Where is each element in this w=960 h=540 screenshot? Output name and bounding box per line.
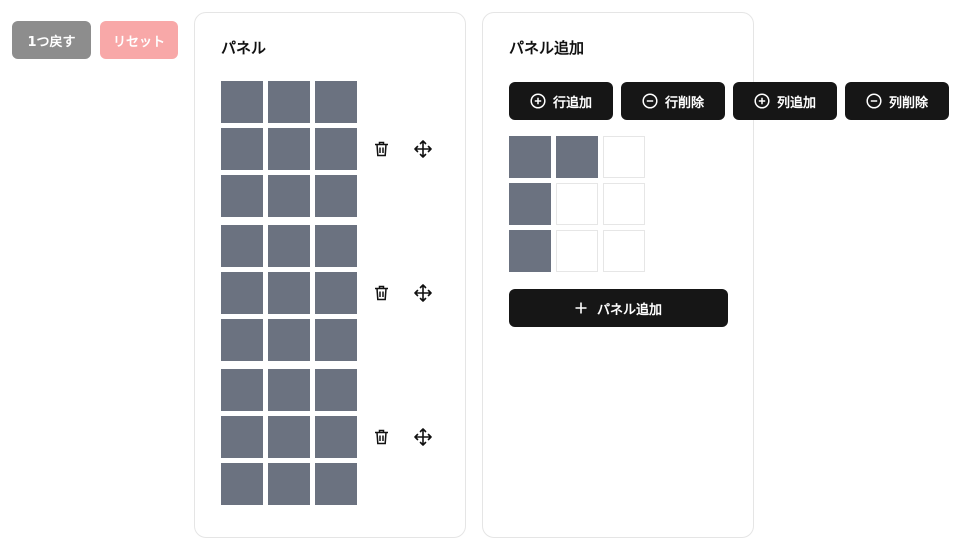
grid-cell[interactable]	[603, 183, 645, 225]
remove-row-button[interactable]: 行削除	[621, 82, 725, 120]
grid-cell[interactable]	[509, 183, 551, 225]
grid-cell[interactable]	[603, 230, 645, 272]
add-column-button[interactable]: 列追加	[733, 82, 837, 120]
grid-cell	[315, 81, 357, 123]
grid-cell	[315, 175, 357, 217]
grid-cell[interactable]	[509, 230, 551, 272]
minus-circle-icon	[642, 93, 658, 109]
grid-cell	[221, 319, 263, 361]
panels-title: パネル	[221, 39, 267, 57]
move-icon[interactable]	[412, 138, 434, 160]
add-row-button[interactable]: 行追加	[509, 82, 613, 120]
grid-cell	[268, 416, 310, 458]
grid-cell	[315, 463, 357, 505]
grid-cell	[268, 272, 310, 314]
plus-circle-icon	[530, 93, 546, 109]
grid-cell	[315, 225, 357, 267]
grid-cell[interactable]	[556, 230, 598, 272]
grid-cell	[268, 175, 310, 217]
plus-circle-icon	[754, 93, 770, 109]
grid-cell	[268, 319, 310, 361]
grid-cell	[268, 128, 310, 170]
grid-cell	[315, 128, 357, 170]
add-column-label: 列追加	[776, 95, 816, 111]
add-row-label: 行追加	[552, 95, 592, 111]
remove-column-label: 列削除	[888, 95, 928, 111]
grid-cell	[268, 225, 310, 267]
add-panel-button[interactable]: パネル追加	[509, 289, 728, 327]
grid-cell	[221, 225, 263, 267]
grid-cell	[315, 369, 357, 411]
grid-cell	[315, 319, 357, 361]
add-panel-title: パネル追加	[509, 39, 585, 57]
grid-cell	[221, 369, 263, 411]
panel-editor-grid	[509, 136, 645, 272]
grid-cell	[221, 175, 263, 217]
panels-card: パネル	[194, 12, 466, 538]
grid-cell[interactable]	[556, 183, 598, 225]
grid-cell[interactable]	[603, 136, 645, 178]
grid-cell	[221, 128, 263, 170]
grid-cell	[268, 463, 310, 505]
panel-2-grid	[221, 225, 357, 361]
add-panel-label: パネル追加	[596, 302, 662, 318]
trash-icon[interactable]	[370, 138, 392, 160]
grid-cell[interactable]	[509, 136, 551, 178]
grid-cell	[221, 463, 263, 505]
minus-circle-icon	[866, 93, 882, 109]
grid-cell	[221, 416, 263, 458]
grid-cell	[221, 81, 263, 123]
trash-icon[interactable]	[370, 282, 392, 304]
panel-3-grid	[221, 369, 357, 505]
grid-cell	[268, 369, 310, 411]
move-icon[interactable]	[412, 282, 434, 304]
grid-cell	[315, 272, 357, 314]
remove-column-button[interactable]: 列削除	[845, 82, 949, 120]
grid-cell	[268, 81, 310, 123]
move-icon[interactable]	[412, 426, 434, 448]
panel-1-grid	[221, 81, 357, 217]
grid-cell	[315, 416, 357, 458]
remove-row-label: 行削除	[664, 95, 704, 111]
undo-button[interactable]: 1つ戻す	[12, 21, 91, 59]
trash-icon[interactable]	[370, 426, 392, 448]
reset-button[interactable]: リセット	[100, 21, 178, 59]
add-panel-card: パネル追加 行追加 行削除 列追加 列削除 パネル追加	[482, 12, 949, 538]
grid-cell	[221, 272, 263, 314]
plus-icon	[575, 302, 587, 314]
grid-cell[interactable]	[556, 136, 598, 178]
